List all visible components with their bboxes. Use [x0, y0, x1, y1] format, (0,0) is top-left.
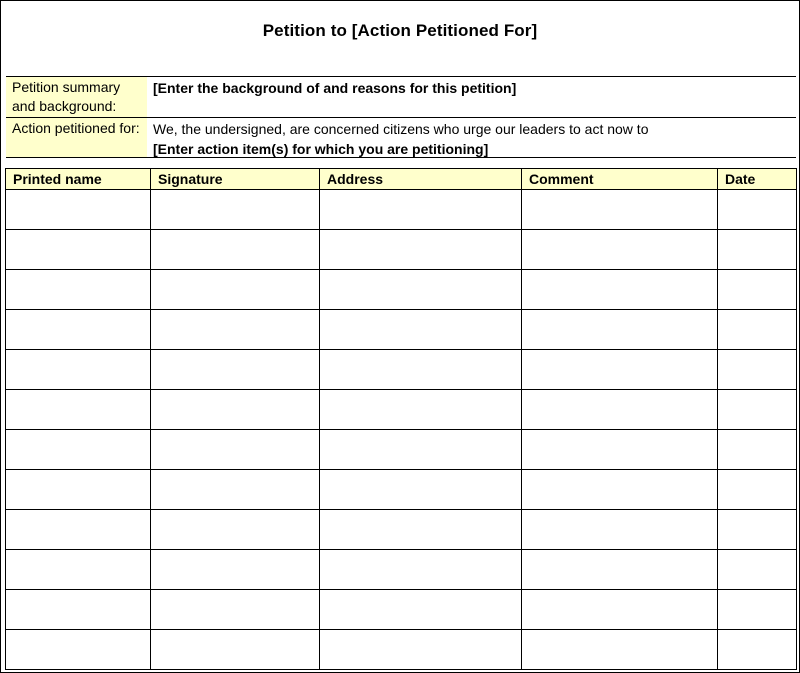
action-label: Action petitioned for: [6, 118, 147, 157]
date-cell[interactable] [717, 629, 797, 670]
background-row: Petition summary and background: [Enter … [6, 77, 796, 118]
date-cell[interactable] [717, 229, 797, 270]
signature-table: Printed name Signature Address Comment D… [5, 168, 797, 670]
comment-cell[interactable] [521, 229, 718, 270]
page-title: Petition to [Action Petitioned For] [262, 21, 538, 40]
date-cell[interactable] [717, 309, 797, 350]
comment-cell[interactable] [521, 189, 718, 230]
action-row: Action petitioned for: We, the undersign… [6, 118, 796, 157]
date-cell[interactable] [717, 349, 797, 390]
table-row [5, 349, 797, 390]
printed-name-cell[interactable] [5, 589, 151, 630]
address-cell[interactable] [319, 549, 522, 590]
column-header-signature: Signature [150, 168, 320, 190]
comment-cell[interactable] [521, 589, 718, 630]
signature-cell[interactable] [150, 389, 320, 430]
printed-name-cell[interactable] [5, 389, 151, 430]
action-value: We, the undersigned, are concerned citiz… [147, 118, 796, 157]
table-row [5, 189, 797, 230]
action-placeholder: [Enter action item(s) for which you are … [153, 141, 489, 157]
printed-name-cell[interactable] [5, 309, 151, 350]
signature-cell[interactable] [150, 309, 320, 350]
date-cell[interactable] [717, 509, 797, 550]
printed-name-cell[interactable] [5, 509, 151, 550]
background-value: [Enter the background of and reasons for… [147, 77, 796, 117]
printed-name-cell[interactable] [5, 549, 151, 590]
action-statement: We, the undersigned, are concerned citiz… [153, 121, 649, 137]
comment-cell[interactable] [521, 629, 718, 670]
address-cell[interactable] [319, 589, 522, 630]
table-row [5, 509, 797, 550]
table-row [5, 309, 797, 350]
comment-cell[interactable] [521, 509, 718, 550]
table-row [5, 269, 797, 310]
address-cell[interactable] [319, 229, 522, 270]
table-row [5, 549, 797, 590]
column-header-address: Address [319, 168, 522, 190]
signature-cell[interactable] [150, 469, 320, 510]
printed-name-cell[interactable] [5, 629, 151, 670]
comment-cell[interactable] [521, 309, 718, 350]
printed-name-cell[interactable] [5, 349, 151, 390]
address-cell[interactable] [319, 469, 522, 510]
date-cell[interactable] [717, 429, 797, 470]
column-header-printed-name: Printed name [5, 168, 151, 190]
comment-cell[interactable] [521, 269, 718, 310]
comment-cell[interactable] [521, 349, 718, 390]
date-cell[interactable] [717, 589, 797, 630]
signature-cell[interactable] [150, 189, 320, 230]
comment-cell[interactable] [521, 469, 718, 510]
printed-name-cell[interactable] [5, 229, 151, 270]
address-cell[interactable] [319, 189, 522, 230]
date-cell[interactable] [717, 469, 797, 510]
address-cell[interactable] [319, 309, 522, 350]
comment-cell[interactable] [521, 389, 718, 430]
signature-cell[interactable] [150, 549, 320, 590]
table-row [5, 589, 797, 630]
date-cell[interactable] [717, 389, 797, 430]
table-row [5, 429, 797, 470]
printed-name-cell[interactable] [5, 269, 151, 310]
signature-cell[interactable] [150, 429, 320, 470]
date-cell[interactable] [717, 189, 797, 230]
address-cell[interactable] [319, 429, 522, 470]
signature-cell[interactable] [150, 229, 320, 270]
background-placeholder: [Enter the background of and reasons for… [153, 80, 517, 96]
petition-summary-table: Petition summary and background: [Enter … [6, 76, 796, 158]
printed-name-cell[interactable] [5, 469, 151, 510]
column-header-comment: Comment [521, 168, 718, 190]
signature-table-header: Printed name Signature Address Comment D… [5, 168, 797, 190]
signature-cell[interactable] [150, 349, 320, 390]
signature-rows [5, 189, 797, 670]
address-cell[interactable] [319, 269, 522, 310]
address-cell[interactable] [319, 389, 522, 430]
table-row [5, 469, 797, 510]
printed-name-cell[interactable] [5, 189, 151, 230]
signature-cell[interactable] [150, 589, 320, 630]
address-cell[interactable] [319, 509, 522, 550]
table-row [5, 229, 797, 270]
address-cell[interactable] [319, 349, 522, 390]
comment-cell[interactable] [521, 429, 718, 470]
signature-cell[interactable] [150, 269, 320, 310]
column-header-date: Date [717, 168, 797, 190]
table-row [5, 629, 797, 670]
signature-cell[interactable] [150, 509, 320, 550]
signature-cell[interactable] [150, 629, 320, 670]
comment-cell[interactable] [521, 549, 718, 590]
petition-page: Petition to [Action Petitioned For] Peti… [0, 0, 800, 673]
date-cell[interactable] [717, 549, 797, 590]
table-row [5, 389, 797, 430]
date-cell[interactable] [717, 269, 797, 310]
address-cell[interactable] [319, 629, 522, 670]
printed-name-cell[interactable] [5, 429, 151, 470]
background-label: Petition summary and background: [6, 77, 147, 117]
